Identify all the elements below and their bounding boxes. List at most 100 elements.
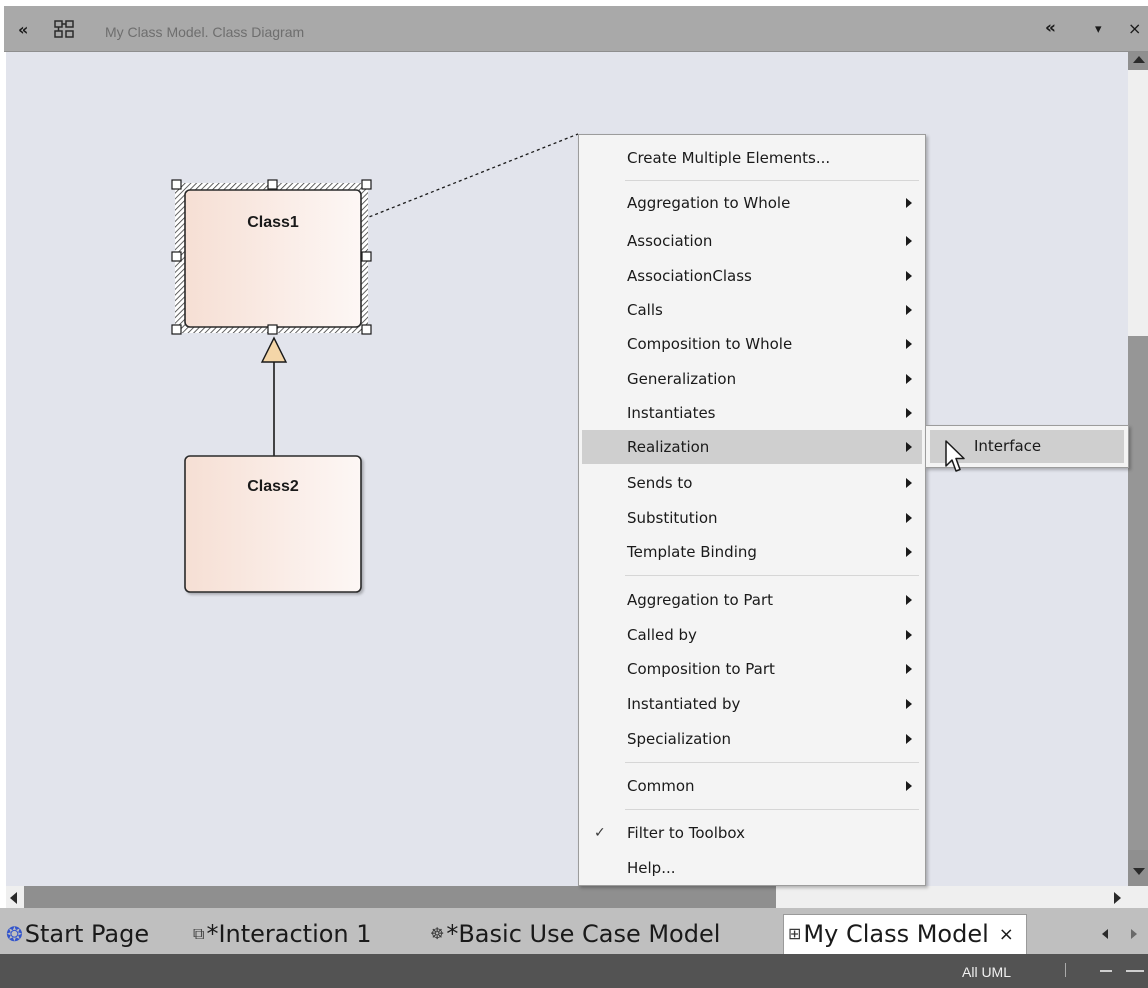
menu-item-calls[interactable]: Calls	[582, 293, 922, 327]
resize-handle[interactable]	[171, 324, 182, 335]
status-separator	[1065, 963, 1066, 977]
tab-basic-use-case-model[interactable]: ☸*Basic Use Case Model	[430, 916, 720, 952]
context-menu: Create Multiple Elements... Aggregation …	[578, 134, 926, 886]
menu-item-label: Association	[627, 232, 713, 250]
menu-item-label: Create Multiple Elements...	[627, 149, 831, 167]
menu-item-filter-to-toolbox[interactable]: ✓ Filter to Toolbox	[582, 816, 922, 850]
submenu-arrow-icon	[906, 781, 912, 791]
menu-item-instantiated-by[interactable]: Instantiated by	[582, 687, 922, 721]
menu-item-label: Template Binding	[627, 543, 757, 561]
submenu-arrow-icon	[906, 339, 912, 349]
submenu-arrow-icon	[906, 198, 912, 208]
menu-item-label: Substitution	[627, 509, 718, 527]
tab-start-page[interactable]: ❂Start Page	[6, 916, 149, 952]
submenu-arrow-icon	[906, 442, 912, 452]
menu-item-label: Generalization	[627, 370, 737, 388]
menu-item-label: Help...	[627, 859, 676, 877]
class-diagram-icon[interactable]	[54, 20, 74, 38]
resize-handle[interactable]	[361, 324, 372, 335]
menu-item-label: Realization	[627, 438, 710, 456]
menu-item-association[interactable]: Association	[582, 224, 922, 258]
menu-item-template-binding[interactable]: Template Binding	[582, 535, 922, 569]
collapse-right-button[interactable]: «	[1045, 18, 1056, 38]
menu-item-specialization[interactable]: Specialization	[582, 722, 922, 756]
menu-separator	[625, 575, 919, 576]
scroll-up-arrow-icon[interactable]	[1133, 56, 1145, 63]
scroll-left-arrow-icon[interactable]	[10, 892, 17, 904]
class2-element[interactable]	[184, 455, 362, 593]
menu-item-label: Aggregation to Whole	[627, 194, 791, 212]
submenu-arrow-icon	[906, 630, 912, 640]
menu-separator	[625, 809, 919, 810]
collapse-left-button[interactable]: «	[18, 20, 28, 39]
menu-item-common[interactable]: Common	[582, 769, 922, 803]
submenu-arrow-icon	[906, 478, 912, 488]
resize-handle[interactable]	[361, 179, 372, 190]
diagram-title-bar: « My Class Model. Class Diagram « ▾ ×	[4, 6, 1148, 52]
menu-item-label: AssociationClass	[627, 267, 752, 285]
menu-item-sends-to[interactable]: Sends to	[582, 466, 922, 500]
perspective-label[interactable]: All UML	[962, 964, 1011, 980]
close-button[interactable]: ×	[1128, 19, 1141, 38]
menu-item-called-by[interactable]: Called by	[582, 618, 922, 652]
tab-scroll-left-icon[interactable]	[1102, 929, 1108, 939]
class1-element[interactable]: Class1	[184, 189, 362, 328]
menu-item-label: Filter to Toolbox	[627, 824, 745, 842]
diagram-window: « My Class Model. Class Diagram « ▾ × Cl…	[0, 0, 1148, 988]
resize-handle[interactable]	[171, 179, 182, 190]
scroll-thumb[interactable]	[1128, 336, 1148, 850]
start-page-icon: ❂	[6, 922, 23, 946]
menu-item-realization[interactable]: Realization	[582, 430, 922, 464]
vertical-scrollbar[interactable]	[1128, 52, 1148, 886]
tab-interaction-1[interactable]: ⧉*Interaction 1	[193, 916, 372, 952]
tab-my-class-model[interactable]: ⊞My Class Model ×	[783, 914, 1027, 954]
scroll-track[interactable]	[1128, 70, 1148, 336]
horizontal-scrollbar[interactable]	[6, 886, 1148, 908]
scroll-thumb[interactable]	[24, 886, 776, 908]
resize-handle[interactable]	[171, 251, 182, 262]
tab-close-icon[interactable]: ×	[999, 924, 1014, 945]
submenu-arrow-icon	[906, 547, 912, 557]
submenu-arrow-icon	[906, 699, 912, 709]
scroll-right-arrow-icon[interactable]	[1114, 892, 1121, 904]
tab-label: My Class Model	[803, 920, 989, 948]
menu-item-aggregation-to-part[interactable]: Aggregation to Part	[582, 583, 922, 617]
menu-item-composition-to-part[interactable]: Composition to Part	[582, 652, 922, 686]
submenu-arrow-icon	[906, 734, 912, 744]
menu-item-label: Sends to	[627, 474, 693, 492]
dash-icon[interactable]	[1126, 970, 1144, 972]
submenu-arrow-icon	[906, 236, 912, 246]
document-tab-bar: ❂Start Page ⧉*Interaction 1 ☸*Basic Use …	[0, 908, 1148, 954]
checkmark-icon: ✓	[594, 825, 606, 841]
menu-item-label: Calls	[627, 301, 663, 319]
class-diagram-icon: ⊞	[788, 924, 802, 943]
scroll-down-arrow-icon[interactable]	[1133, 868, 1145, 875]
class2-name: Class2	[247, 478, 299, 495]
menu-item-label: Instantiated by	[627, 695, 741, 713]
tab-scroll-right-icon[interactable]	[1131, 929, 1137, 939]
menu-item-substitution[interactable]: Substitution	[582, 501, 922, 535]
tab-label: *Basic Use Case Model	[446, 920, 721, 948]
menu-item-create-multiple-elements[interactable]: Create Multiple Elements...	[582, 141, 922, 175]
menu-item-label: Specialization	[627, 730, 732, 748]
menu-item-composition-to-whole[interactable]: Composition to Whole	[582, 327, 922, 361]
menu-item-instantiates[interactable]: Instantiates	[582, 396, 922, 430]
dropdown-button[interactable]: ▾	[1095, 22, 1102, 37]
submenu-arrow-icon	[906, 374, 912, 384]
menu-item-associationclass[interactable]: AssociationClass	[582, 259, 922, 293]
menu-item-label: Called by	[627, 626, 697, 644]
submenu-arrow-icon	[906, 271, 912, 281]
minimize-icon[interactable]	[1100, 970, 1112, 972]
resize-handle[interactable]	[267, 324, 278, 335]
menu-item-generalization[interactable]: Generalization	[582, 362, 922, 396]
menu-item-aggregation-to-whole[interactable]: Aggregation to Whole	[582, 186, 922, 220]
status-bar: All UML	[0, 954, 1148, 988]
menu-item-label: Common	[627, 777, 695, 795]
resize-handle[interactable]	[267, 179, 278, 190]
use-case-diagram-icon: ☸	[430, 924, 445, 943]
menu-item-label: Instantiates	[627, 404, 716, 422]
menu-item-help[interactable]: Help...	[582, 851, 922, 885]
resize-handle[interactable]	[361, 251, 372, 262]
submenu-item-label: Interface	[974, 437, 1042, 455]
submenu-arrow-icon	[906, 513, 912, 523]
